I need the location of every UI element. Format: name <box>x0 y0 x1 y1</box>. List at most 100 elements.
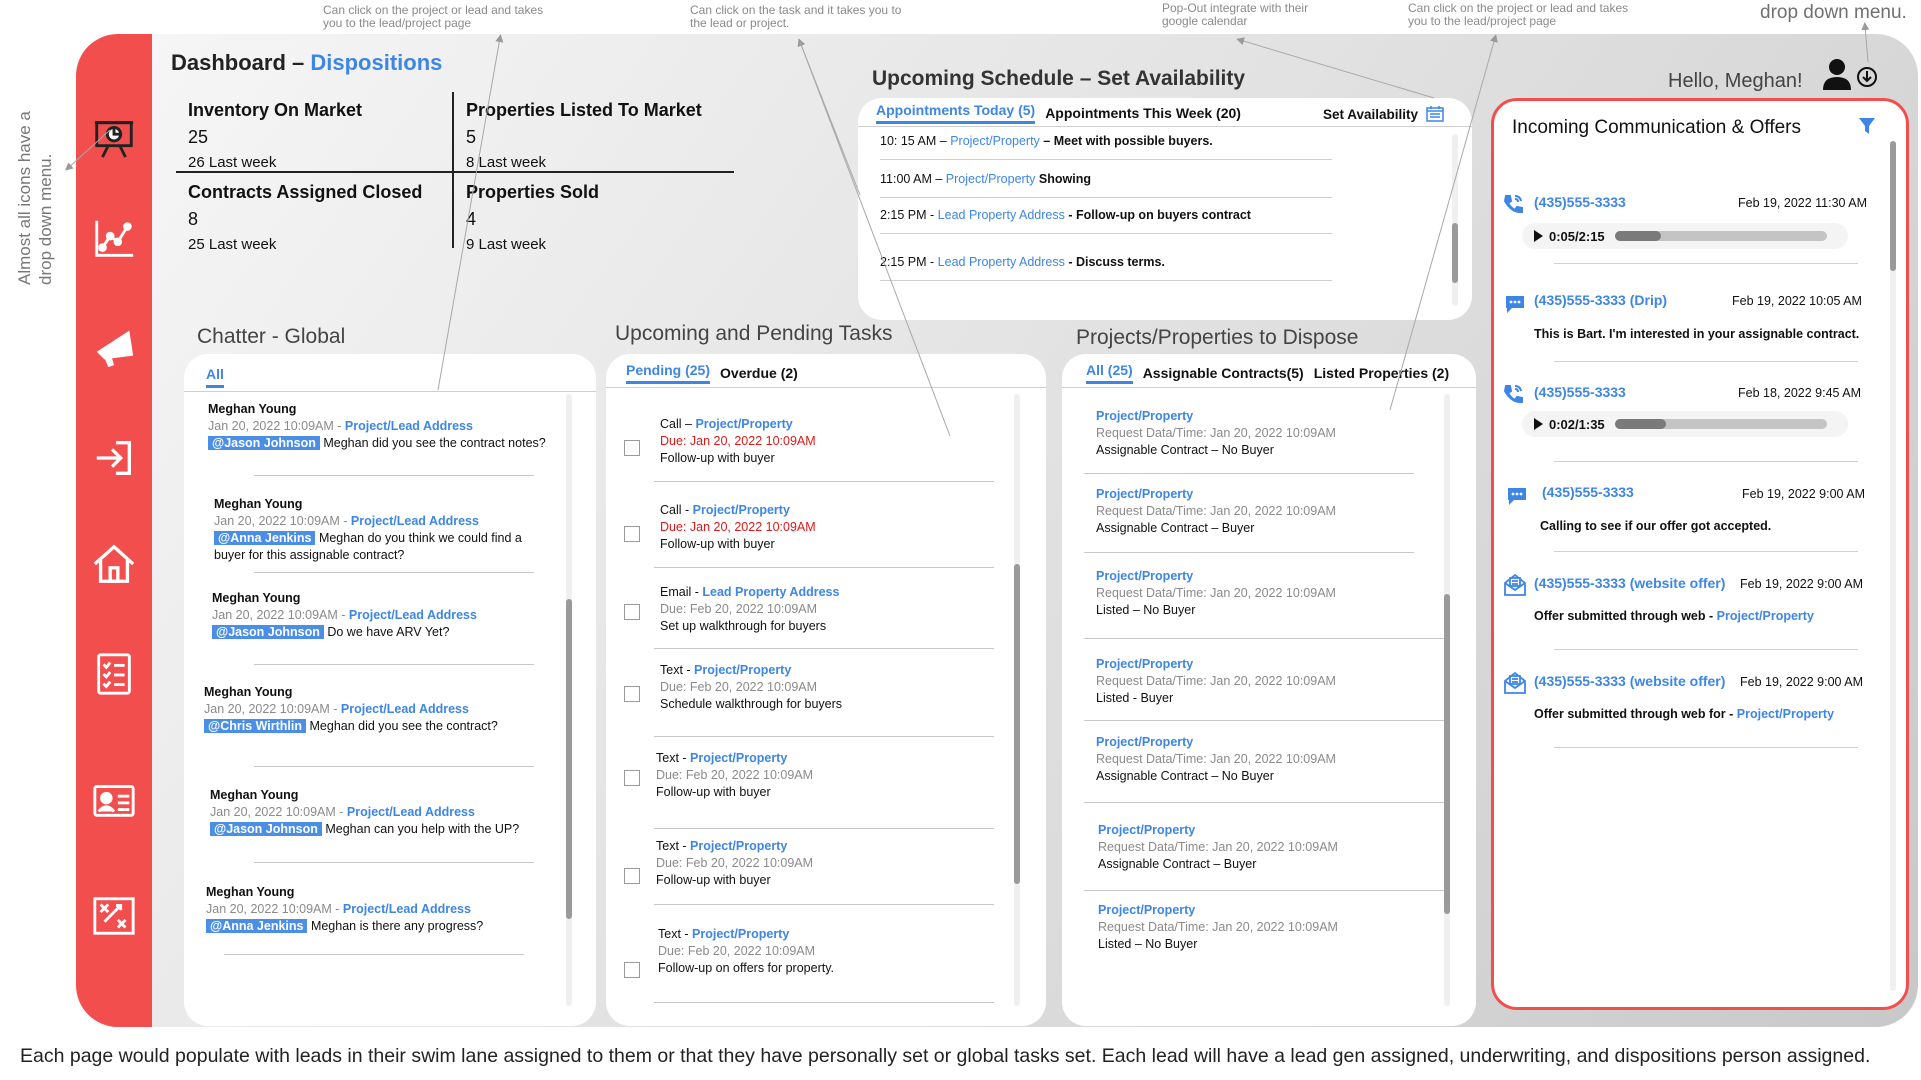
project-item[interactable]: Project/Property Request Data/Time: Jan … <box>1096 734 1416 785</box>
chat-link[interactable]: Project/Lead Address <box>351 514 479 528</box>
tab-chatter-all[interactable]: All <box>206 366 224 388</box>
comm-phone[interactable]: (435)555-3333 (website offer) <box>1534 673 1725 689</box>
comm-link[interactable]: Project/Property <box>1737 707 1834 721</box>
task-link[interactable]: Lead Property Address <box>702 585 839 599</box>
project-link[interactable]: Project/Property <box>1096 408 1416 425</box>
task-item[interactable]: Text - Project/Property Due: Feb 20, 202… <box>660 662 980 713</box>
chat-mention[interactable]: @Anna Jenkins <box>206 919 308 933</box>
chatter-scroll-thumb[interactable] <box>566 599 572 919</box>
project-link[interactable]: Project/Property <box>1096 734 1416 751</box>
audio-player[interactable]: 0:02/1:35 <box>1522 411 1848 437</box>
schedule-link[interactable]: Lead Property Address <box>938 208 1065 222</box>
task-link[interactable]: Project/Property <box>690 839 787 853</box>
chat-link[interactable]: Project/Lead Address <box>347 805 475 819</box>
project-item[interactable]: Project/Property Request Data/Time: Jan … <box>1096 568 1416 619</box>
filter-icon[interactable] <box>1858 117 1876 135</box>
comm-phone-number[interactable]: (435)555-3333 <box>1534 384 1626 400</box>
comm-link[interactable]: Project/Property <box>1717 609 1814 623</box>
task-item[interactable]: Call - Project/Property Due: Jan 20, 202… <box>660 502 980 553</box>
schedule-link[interactable]: Lead Property Address <box>938 255 1065 269</box>
play-icon[interactable] <box>1534 230 1543 242</box>
project-link[interactable]: Project/Property <box>1096 656 1416 673</box>
tab-listed-properties[interactable]: Listed Properties (2) <box>1314 365 1449 384</box>
chat-mention[interactable]: @Jason Johnson <box>210 822 322 836</box>
dropdown-menu-icon[interactable] <box>1856 66 1878 88</box>
contact-card-icon[interactable] <box>88 774 140 826</box>
chat-message[interactable]: Meghan Young Jan 20, 2022 10:09AM - Proj… <box>204 684 544 735</box>
project-item[interactable]: Project/Property Request Data/Time: Jan … <box>1096 486 1416 537</box>
chat-message[interactable]: Meghan Young Jan 20, 2022 10:09AM - Proj… <box>212 590 552 641</box>
comm-phone[interactable]: (435)555-3333 <box>1534 384 1626 400</box>
chat-message[interactable]: Meghan Young Jan 20, 2022 10:09AM - Proj… <box>208 401 548 452</box>
task-item[interactable]: Text - Project/Property Due: Feb 20, 202… <box>656 750 976 801</box>
chat-link[interactable]: Project/Lead Address <box>349 608 477 622</box>
schedule-scroll-thumb[interactable] <box>1452 223 1458 283</box>
chat-mention[interactable]: @Anna Jenkins <box>214 531 316 545</box>
project-link[interactable]: Project/Property <box>1098 822 1418 839</box>
task-checkbox[interactable] <box>624 686 640 702</box>
comm-phone-number[interactable]: (435)555-3333 (website offer) <box>1534 575 1725 591</box>
task-link[interactable]: Project/Property <box>690 751 787 765</box>
audio-player[interactable]: 0:05/2:15 <box>1522 223 1848 249</box>
megaphone-icon[interactable] <box>88 320 140 372</box>
comm-phone[interactable]: (435)555-3333 <box>1542 484 1634 500</box>
task-checkbox[interactable] <box>624 868 640 884</box>
project-item[interactable]: Project/Property Request Data/Time: Jan … <box>1096 408 1416 459</box>
schedule-link[interactable]: Project/Property <box>950 134 1040 148</box>
task-checkbox[interactable] <box>624 526 640 542</box>
audio-progress[interactable] <box>1614 231 1827 241</box>
projects-scroll-thumb[interactable] <box>1444 594 1450 914</box>
schedule-row[interactable]: 10: 15 AM – Project/Property – Meet with… <box>880 134 1332 160</box>
set-availability-button[interactable]: Set Availability <box>1323 106 1444 122</box>
project-item[interactable]: Project/Property Request Data/Time: Jan … <box>1098 822 1418 873</box>
schedule-link[interactable]: Project/Property <box>946 172 1036 186</box>
sign-in-icon[interactable] <box>88 432 140 484</box>
task-checkbox[interactable] <box>624 440 640 456</box>
comm-phone-number[interactable]: (435)555-3333 (Drip) <box>1534 292 1667 308</box>
tab-overdue[interactable]: Overdue (2) <box>720 365 798 384</box>
task-item[interactable]: Call – Project/Property Due: Jan 20, 202… <box>660 416 980 467</box>
kpi-listed[interactable]: Properties Listed To Market 5 8 Last wee… <box>466 100 702 171</box>
project-link[interactable]: Project/Property <box>1096 486 1416 503</box>
chat-mention[interactable]: @Chris Wirthlin <box>204 719 307 733</box>
play-icon[interactable] <box>1534 418 1543 430</box>
kpi-inventory[interactable]: Inventory On Market 25 26 Last week <box>188 100 362 171</box>
presentation-icon[interactable] <box>88 112 140 164</box>
project-item[interactable]: Project/Property Request Data/Time: Jan … <box>1096 656 1416 707</box>
kpi-assigned-closed[interactable]: Contracts Assigned Closed 8 25 Last week <box>188 182 422 253</box>
tab-assignable-contracts[interactable]: Assignable Contracts(5) <box>1143 365 1304 384</box>
comm-phone-number[interactable]: (435)555-3333 <box>1534 194 1626 210</box>
calendar-icon[interactable] <box>1426 106 1444 122</box>
comm-phone-number[interactable]: (435)555-3333 <box>1542 484 1634 500</box>
task-link[interactable]: Project/Property <box>695 417 792 431</box>
schedule-row[interactable]: 2:15 PM - Lead Property Address - Follow… <box>880 208 1332 234</box>
task-link[interactable]: Project/Property <box>693 503 790 517</box>
tab-projects-all[interactable]: All (25) <box>1086 362 1133 384</box>
task-item[interactable]: Text - Project/Property Due: Feb 20, 202… <box>658 926 978 977</box>
task-item[interactable]: Email - Lead Property Address Due: Feb 2… <box>660 584 980 635</box>
chat-message[interactable]: Meghan Young Jan 20, 2022 10:09AM - Proj… <box>214 496 554 564</box>
tab-appointments-today[interactable]: Appointments Today (5) <box>876 102 1036 124</box>
comm-phone-number[interactable]: (435)555-3333 (website offer) <box>1534 673 1725 689</box>
chat-link[interactable]: Project/Lead Address <box>341 702 469 716</box>
communication-scroll-thumb[interactable] <box>1890 141 1896 271</box>
strategy-icon[interactable] <box>88 890 140 942</box>
comm-phone[interactable]: (435)555-3333 (Drip) <box>1534 292 1667 308</box>
tab-appointments-week[interactable]: Appointments This Week (20) <box>1045 105 1241 124</box>
comm-phone[interactable]: (435)555-3333 <box>1534 194 1626 210</box>
comm-phone[interactable]: (435)555-3333 (website offer) <box>1534 575 1725 591</box>
task-checkbox[interactable] <box>624 962 640 978</box>
chat-message[interactable]: Meghan Young Jan 20, 2022 10:09AM - Proj… <box>206 884 546 935</box>
audio-progress[interactable] <box>1614 419 1827 429</box>
analytics-icon[interactable] <box>88 212 140 264</box>
task-link[interactable]: Project/Property <box>692 927 789 941</box>
chat-mention[interactable]: @Jason Johnson <box>212 625 324 639</box>
project-link[interactable]: Project/Property <box>1096 568 1416 585</box>
task-item[interactable]: Text - Project/Property Due: Feb 20, 202… <box>656 838 976 889</box>
user-avatar-icon[interactable] <box>1822 58 1852 90</box>
tasks-scroll-thumb[interactable] <box>1014 564 1020 884</box>
kpi-sold[interactable]: Properties Sold 4 9 Last week <box>466 182 599 253</box>
task-link[interactable]: Project/Property <box>694 663 791 677</box>
checklist-icon[interactable] <box>88 648 140 700</box>
tab-pending[interactable]: Pending (25) <box>626 362 711 384</box>
